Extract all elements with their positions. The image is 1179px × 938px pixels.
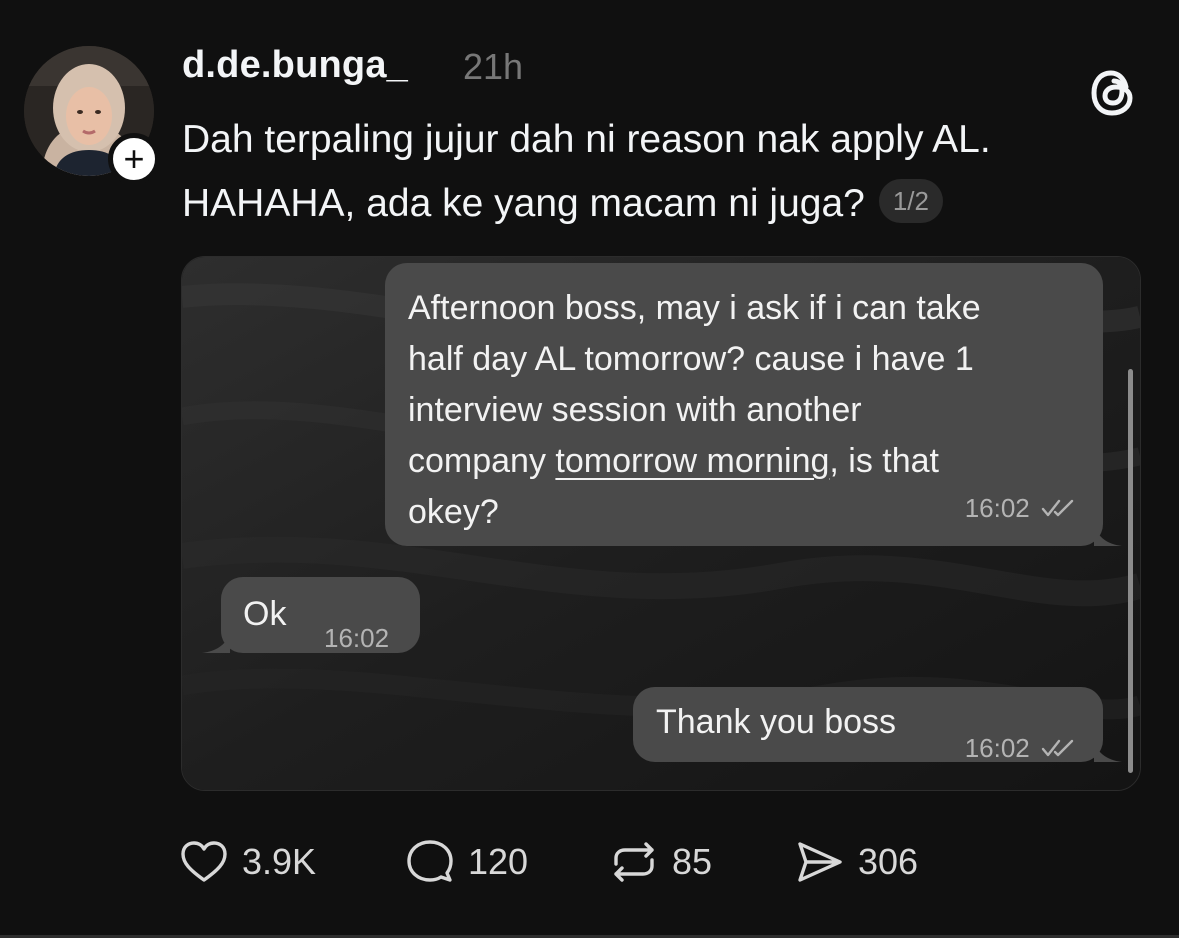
double-check-icon — [1041, 739, 1074, 757]
like-count: 3.9K — [242, 841, 317, 882]
page-indicator[interactable]: 1/2 — [878, 179, 943, 223]
message-bubble-outgoing[interactable]: Thank you boss 16:02 — [633, 687, 1103, 763]
share-count: 306 — [858, 841, 919, 882]
caption-line-2: HAHAHA, ada ke yang macam ni juga? 1/2 — [182, 172, 1162, 236]
message-line: half day AL tomorrow? cause i have 1 — [408, 340, 974, 378]
post-time: 21h — [463, 46, 524, 87]
username[interactable]: d.de.bunga_ — [182, 44, 408, 87]
double-check-icon — [1041, 499, 1074, 517]
comment-bubble-icon — [407, 840, 453, 882]
message-line-text: company — [408, 442, 556, 480]
message-text: Thank you boss — [656, 703, 897, 741]
chat-scrollbar[interactable] — [1128, 369, 1133, 773]
message-line-text: , is that — [829, 442, 939, 480]
message-link[interactable]: tomorrow morning — [555, 442, 829, 480]
reply-count: 120 — [468, 841, 529, 882]
post-actions: 3.9K 120 85 306 — [178, 832, 978, 892]
bubble-tail — [202, 631, 230, 653]
like-button[interactable]: 3.9K — [178, 832, 316, 892]
share-button[interactable]: 306 — [794, 832, 918, 892]
bubble-tail — [1094, 739, 1122, 762]
post-image[interactable]: Afternoon boss, may i ask if i can take … — [181, 256, 1141, 791]
message-timestamp: 16:02 — [965, 483, 1075, 534]
message-line: Afternoon boss, may i ask if i can take — [408, 289, 981, 327]
message-time: 16:02 — [964, 733, 1030, 763]
repost-button[interactable]: 85 — [608, 832, 712, 892]
plus-icon: + — [123, 138, 145, 179]
caption-line-2-text: HAHAHA, ada ke yang macam ni juga? — [182, 182, 865, 225]
message-time: 16:02 — [964, 493, 1030, 523]
reply-button[interactable]: 120 — [404, 832, 528, 892]
send-icon — [798, 842, 842, 882]
message-bubble-outgoing[interactable]: Afternoon boss, may i ask if i can take … — [385, 263, 1103, 546]
message-line: company tomorrow morning, is that — [408, 436, 1088, 487]
message-text: Ok — [243, 595, 287, 633]
repost-icon — [614, 842, 654, 882]
bubble-tail — [1094, 522, 1122, 546]
post-caption: Dah terpaling jujur dah ni reason nak ap… — [182, 108, 1162, 236]
repost-count: 85 — [672, 841, 713, 882]
heart-icon — [181, 841, 227, 882]
message-time: 16:02 — [324, 623, 390, 653]
follow-button[interactable]: + — [108, 133, 160, 185]
message-line: interview session with another — [408, 391, 862, 429]
message-timestamp: 16:02 — [965, 723, 1075, 774]
caption-line-1: Dah terpaling jujur dah ni reason nak ap… — [182, 118, 991, 161]
message-bubble-incoming[interactable]: Ok 16:02 — [221, 577, 420, 653]
